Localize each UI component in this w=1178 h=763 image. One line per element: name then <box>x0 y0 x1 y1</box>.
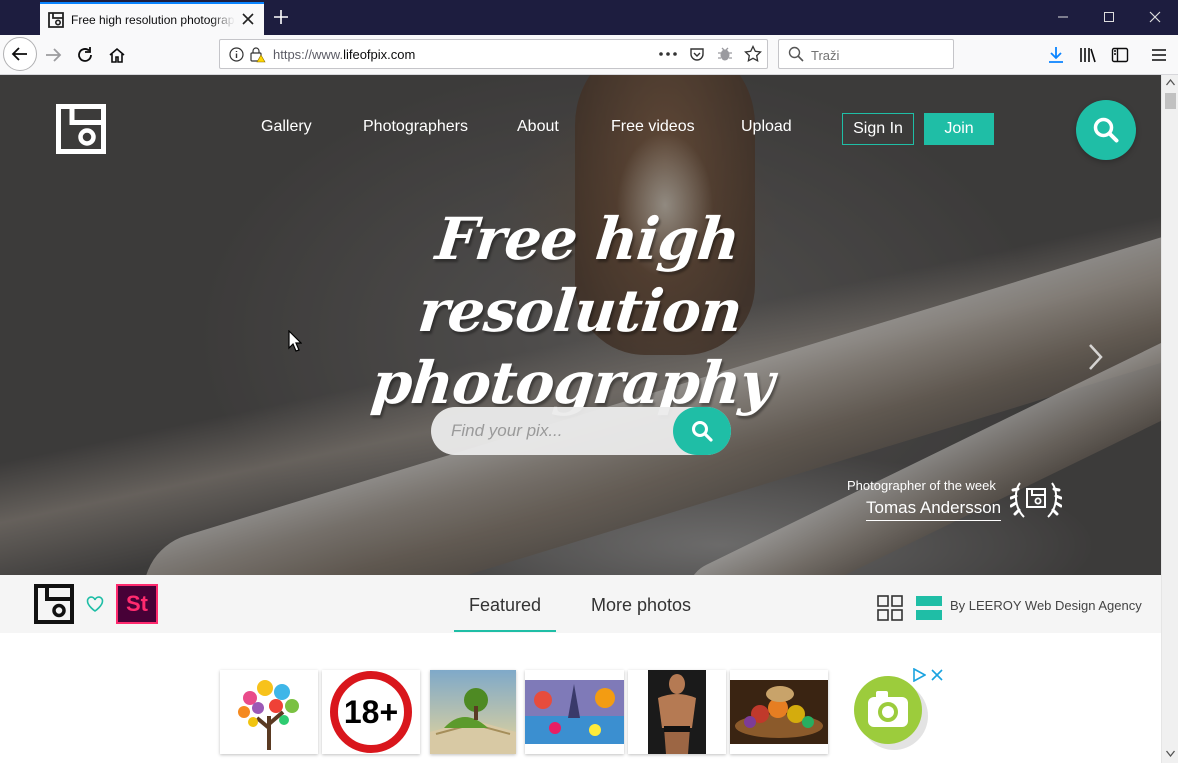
photographer-of-week-name[interactable]: Tomas Andersson <box>866 498 1002 521</box>
minimize-button[interactable] <box>1040 0 1086 34</box>
hero-search-placeholder[interactable]: Find your pix... <box>451 421 563 441</box>
pocket-icon[interactable] <box>689 46 705 62</box>
featured-subnav: St Featured More photos By LEEROY Web De… <box>0 575 1161 633</box>
reload-icon <box>78 47 92 62</box>
join-button[interactable]: Join <box>924 113 994 145</box>
url-bar[interactable]: https://www.lifeofpix.com <box>219 39 768 69</box>
tab-title: Free high resolution photography <box>71 12 235 27</box>
scroll-up-icon[interactable] <box>1166 79 1175 86</box>
browser-tab[interactable]: Free high resolution photography <box>40 2 264 35</box>
adchoices-play-icon[interactable] <box>912 668 926 682</box>
browser-search-placeholder: Traži <box>811 48 840 63</box>
info-icon[interactable] <box>229 47 244 62</box>
new-tab-icon[interactable] <box>270 6 292 28</box>
tab-featured[interactable]: Featured <box>469 595 541 616</box>
url-scheme: https://www. <box>273 47 344 62</box>
hero-headline-line1: Free high resolution <box>415 205 745 345</box>
heart-icon <box>86 596 104 612</box>
mouse-cursor-icon <box>288 330 302 352</box>
site-logo-icon[interactable] <box>56 104 106 154</box>
ad-bodybuilder[interactable] <box>628 670 726 754</box>
scroll-down-icon[interactable] <box>1166 750 1175 757</box>
url-text: https://www.lifeofpix.com <box>273 47 415 62</box>
ad-18-plus-sign[interactable]: 18+ <box>322 670 420 754</box>
hero-search-bar[interactable]: Find your pix... <box>431 407 731 455</box>
next-slide-chevron-icon[interactable] <box>1086 342 1106 372</box>
header-search-button[interactable] <box>1076 100 1136 160</box>
url-host: lifeofpix.com <box>343 47 416 62</box>
download-arrow-icon <box>1049 47 1063 63</box>
nav-link-about[interactable]: About <box>517 118 559 136</box>
reload-button[interactable] <box>69 39 101 71</box>
ad-colorful-tree[interactable] <box>220 670 318 754</box>
agency-credit[interactable]: By LEEROY Web Design Agency <box>950 598 1142 613</box>
close-icon <box>1149 11 1161 23</box>
tab-bar: Free high resolution photography <box>0 0 1178 35</box>
back-button[interactable] <box>3 37 37 71</box>
nav-link-free-videos[interactable]: Free videos <box>611 118 695 136</box>
home-icon <box>109 47 125 63</box>
camera-app-icon[interactable] <box>852 673 932 753</box>
grid-view-icon[interactable] <box>877 595 903 621</box>
maximize-button[interactable] <box>1086 0 1132 34</box>
page-viewport: Gallery Photographers About Free videos … <box>0 75 1161 763</box>
search-icon <box>692 421 713 442</box>
extension-bug-icon[interactable] <box>717 46 733 62</box>
search-icon <box>1093 117 1119 143</box>
sidebar-icon <box>1111 47 1129 63</box>
site-favicon-icon <box>48 11 64 28</box>
site-logo-dark-icon[interactable] <box>34 584 74 624</box>
list-view-icon[interactable] <box>916 595 942 621</box>
library-button[interactable] <box>1072 39 1104 71</box>
bookmark-star-icon[interactable] <box>744 45 762 63</box>
maximize-icon <box>1104 12 1114 22</box>
nav-link-photographers[interactable]: Photographers <box>363 118 468 136</box>
search-icon <box>788 46 804 62</box>
sign-in-button[interactable]: Sign In <box>842 113 914 145</box>
minimize-icon <box>1058 16 1068 18</box>
navigation-toolbar: https://www.lifeofpix.com Traži <box>0 35 1178 75</box>
nav-link-upload[interactable]: Upload <box>741 118 792 136</box>
forward-button[interactable] <box>37 39 69 71</box>
sidebar-button[interactable] <box>1104 39 1136 71</box>
active-tab-indicator <box>454 630 556 632</box>
browser-search-field[interactable]: Traži <box>778 39 954 69</box>
library-icon <box>1080 48 1096 63</box>
laurel-award-icon <box>1010 482 1062 518</box>
tab-more-photos[interactable]: More photos <box>591 595 691 616</box>
tab-close-icon[interactable] <box>240 11 256 27</box>
insecure-lock-icon[interactable] <box>249 46 266 63</box>
adobe-stock-logo[interactable]: St <box>116 584 158 624</box>
hero-section: Gallery Photographers About Free videos … <box>0 75 1161 575</box>
page-scrollbar[interactable] <box>1161 75 1178 763</box>
menu-button[interactable] <box>1143 39 1175 71</box>
hero-headline: Free high resolution photography <box>269 203 892 419</box>
ad-banner: 18+ <box>0 633 1161 763</box>
ad-harvest-food[interactable] <box>730 670 828 754</box>
photographer-of-week-label: Photographer of the week <box>847 478 996 493</box>
scrollbar-thumb[interactable] <box>1165 93 1176 109</box>
downloads-button[interactable] <box>1040 39 1072 71</box>
hamburger-icon <box>1152 49 1166 61</box>
arrow-left-icon <box>11 47 27 61</box>
arrow-right-icon <box>46 48 62 62</box>
nav-link-gallery[interactable]: Gallery <box>261 118 312 136</box>
page-actions-icon[interactable] <box>658 48 678 60</box>
ad-close-icon[interactable] <box>930 668 944 682</box>
ad-open-book-landscape[interactable] <box>430 670 516 754</box>
ad-18-plus-text: 18+ <box>344 694 398 730</box>
ad-eiffel-painting[interactable] <box>525 670 624 754</box>
hero-search-button[interactable] <box>673 407 731 455</box>
home-button[interactable] <box>101 39 133 71</box>
close-window-button[interactable] <box>1132 0 1178 34</box>
